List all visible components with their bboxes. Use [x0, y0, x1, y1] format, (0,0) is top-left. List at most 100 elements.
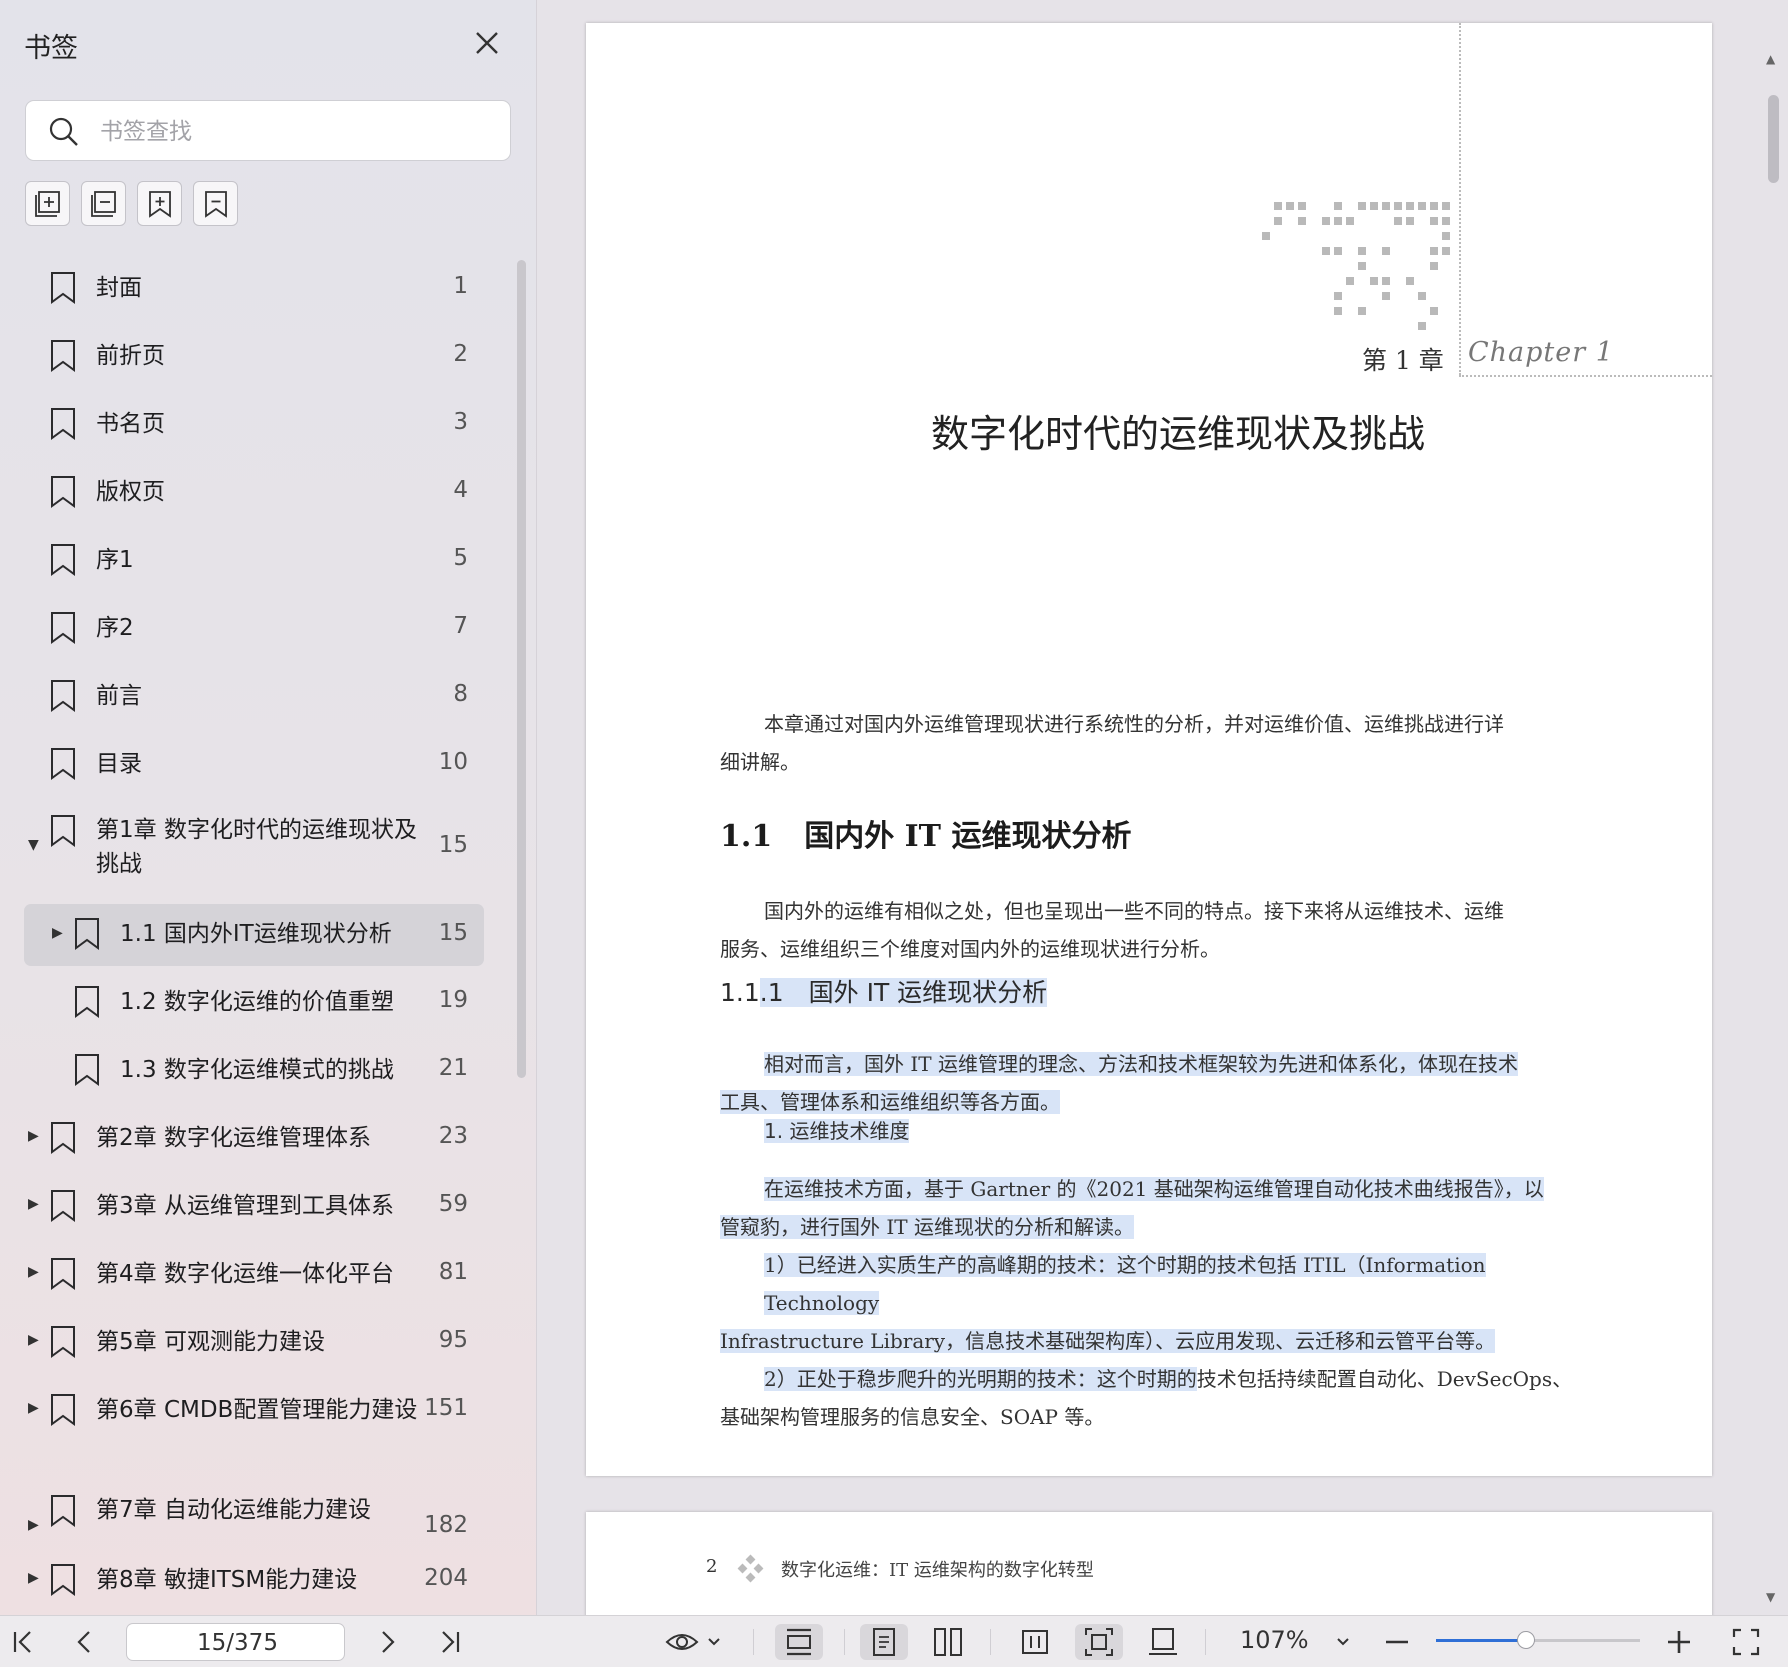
collapse-all-icon: [91, 191, 116, 217]
document-scrollbar[interactable]: [1768, 95, 1779, 183]
bookmark-icon: [75, 986, 99, 1018]
bookmark-item[interactable]: ▶ 第8章 敏捷ITSM能力建设 204: [24, 1550, 484, 1610]
bookmark-icon: [51, 272, 75, 304]
zoom-dropdown[interactable]: [1328, 1624, 1358, 1660]
collapse-arrow-icon[interactable]: ▶: [28, 1128, 39, 1144]
zoom-in-button[interactable]: [1662, 1624, 1696, 1660]
selected-text[interactable]: 管窥豹，进行国外 IT 运维现状的分析和解读。: [720, 1215, 1134, 1239]
selected-text[interactable]: 在运维技术方面，基于 Gartner 的《2021 基础架构运维管理自动化技术曲…: [764, 1177, 1544, 1201]
single-page-button[interactable]: [860, 1624, 908, 1660]
continuous-scroll-button[interactable]: [1139, 1624, 1187, 1660]
collapse-arrow-icon[interactable]: ▶: [28, 1196, 39, 1212]
bookmark-icon: [51, 680, 75, 712]
bookmark-item[interactable]: 封面 1: [24, 258, 484, 318]
scroll-up-arrow-icon[interactable]: ▲: [1766, 52, 1775, 66]
paragraph: 国内外的运维有相似之处，但也呈现出一些不同的特点。接下来将从运维技术、运维 服务…: [720, 892, 1594, 968]
selected-text[interactable]: Infrastructure Library，信息技术基础架构库）、云应用发现、…: [720, 1329, 1496, 1353]
document-page: 第 1 章 Chapter 1 数字化时代的运维现状及挑战 本章通过对国内外运维…: [586, 23, 1712, 1476]
previous-page-button[interactable]: [70, 1624, 100, 1660]
zoom-slider-fill: [1436, 1639, 1526, 1642]
bookmark-page-number: 4: [453, 477, 468, 503]
collapse-arrow-icon[interactable]: ▶: [28, 1400, 39, 1416]
bookmark-item[interactable]: 1.2 数字化运维的价值重塑 19: [24, 972, 484, 1032]
text-line: 2）正处于稳步爬升的光明期的技术：这个时期的技术包括持续配置自动化、DevSec…: [720, 1360, 1594, 1398]
bookmark-page-number: 5: [453, 545, 468, 571]
bookmark-item[interactable]: ▶ 第2章 数字化运维管理体系 23: [24, 1108, 484, 1168]
bookmark-item[interactable]: ▶ 第4章 数字化运维一体化平台 81: [24, 1244, 484, 1304]
bookmark-item[interactable]: 前言 8: [24, 666, 484, 726]
bookmark-item[interactable]: ▶ 第6章 CMDB配置管理能力建设 151: [24, 1380, 484, 1440]
bookmark-item[interactable]: ▼ 第1章 数字化时代的运维现状及挑战 15: [24, 802, 484, 892]
bookmark-label: 序2: [96, 615, 134, 641]
collapse-arrow-icon[interactable]: ▶: [28, 1332, 39, 1348]
selected-text[interactable]: 1）已经进入实质生产的高峰期的技术：这个时期的技术包括 ITIL（Informa…: [764, 1253, 1486, 1315]
section-title: 国内外 IT 运维现状分析: [804, 819, 1132, 854]
first-page-button[interactable]: [8, 1624, 38, 1660]
bookmark-item[interactable]: 序1 5: [24, 530, 484, 590]
bookmark-icon: [51, 1495, 75, 1527]
bottom-toolbar: 107%: [0, 1615, 1788, 1667]
zoom-slider-handle[interactable]: [1516, 1631, 1535, 1649]
selected-text[interactable]: 1. 运维技术维度: [764, 1119, 910, 1143]
expand-all-icon: [35, 191, 60, 217]
text-line: 基础架构管理服务的信息安全、SOAP 等。: [720, 1405, 1105, 1429]
bookmark-item[interactable]: 1.3 数字化运维模式的挑战 21: [24, 1040, 484, 1100]
columns-view-button[interactable]: [1011, 1624, 1059, 1660]
selected-text[interactable]: 工具、管理体系和运维组织等各方面。: [720, 1090, 1060, 1114]
bookmark-item[interactable]: 目录 10: [24, 734, 484, 794]
zoom-slider[interactable]: [1436, 1631, 1640, 1649]
chevron-down-icon: [708, 1638, 720, 1646]
zoom-level[interactable]: 107%: [1240, 1626, 1309, 1654]
collapse-arrow-icon[interactable]: ▶: [28, 1570, 39, 1586]
collapse-all-button[interactable]: [81, 181, 126, 226]
selected-text[interactable]: 2）正处于稳步爬升的光明期的技术：这个时期的: [764, 1367, 1197, 1391]
bookmark-scrollbar[interactable]: [517, 260, 526, 1078]
collapse-arrow-icon[interactable]: ▶: [28, 1264, 39, 1280]
close-icon[interactable]: [470, 26, 504, 60]
bookmark-page-number: 81: [438, 1259, 468, 1285]
bookmark-icon: [51, 815, 75, 847]
document-page-next: 2 数字化运维：IT 运维架构的数字化转型: [586, 1512, 1712, 1622]
page-input[interactable]: [127, 1624, 348, 1662]
bookmark-item[interactable]: 书名页 3: [24, 394, 484, 454]
bookmark-search[interactable]: [25, 100, 511, 161]
fit-width-button[interactable]: [775, 1624, 823, 1660]
bookmark-item[interactable]: 序2 7: [24, 598, 484, 658]
bookmark-icon: [51, 1326, 75, 1358]
bookmark-label: 1.3 数字化运维模式的挑战: [120, 1057, 394, 1083]
bookmark-item[interactable]: ▶ 第3章 从运维管理到工具体系 59: [24, 1176, 484, 1236]
text-line: 相对而言，国外 IT 运维管理的理念、方法和技术框架较为先进和体系化，体现在技术: [720, 1045, 1594, 1083]
fit-page-icon: [1085, 1628, 1113, 1656]
bookmark-item[interactable]: ▶ 1.1 国内外IT运维现状分析 15: [24, 904, 484, 966]
collapse-arrow-icon[interactable]: ▶: [52, 925, 63, 941]
two-page-button[interactable]: [924, 1624, 972, 1660]
expand-arrow-icon[interactable]: ▼: [28, 837, 39, 853]
last-page-button[interactable]: [435, 1624, 465, 1660]
bookmark-item[interactable]: ▶ 第5章 可观测能力建设 95: [24, 1312, 484, 1372]
bookmark-item[interactable]: 版权页 4: [24, 462, 484, 522]
bookmark-label: 目录: [96, 751, 142, 777]
page-number-field[interactable]: [126, 1623, 348, 1662]
text-line: 在运维技术方面，基于 Gartner 的《2021 基础架构运维管理自动化技术曲…: [720, 1170, 1594, 1208]
bookmark-item[interactable]: 前折页 2: [24, 326, 484, 386]
expand-all-button[interactable]: [25, 181, 70, 226]
chapter-divider-horizontal: [1459, 375, 1712, 377]
search-input[interactable]: [98, 111, 492, 153]
bookmark-icon: [51, 1564, 75, 1596]
remove-bookmark-button[interactable]: [193, 181, 238, 226]
next-page-button[interactable]: [372, 1624, 402, 1660]
bookmark-page-number: 7: [453, 613, 468, 639]
chapter-title: 数字化时代的运维现状及挑战: [931, 412, 1426, 456]
fullscreen-button[interactable]: [1728, 1624, 1764, 1660]
fit-page-button[interactable]: [1075, 1624, 1123, 1660]
selected-text[interactable]: 相对而言，国外 IT 运维管理的理念、方法和技术框架较为先进和体系化，体现在技术: [764, 1052, 1518, 1076]
zoom-out-button[interactable]: [1380, 1624, 1414, 1660]
collapse-arrow-icon[interactable]: ▶: [28, 1517, 39, 1533]
remove-bookmark-icon: [205, 191, 227, 218]
scroll-down-arrow-icon[interactable]: ▼: [1766, 1590, 1775, 1604]
add-bookmark-button[interactable]: [137, 181, 182, 226]
selected-text[interactable]: .1 国外 IT 运维现状分析: [759, 978, 1048, 1007]
view-mode-button[interactable]: [664, 1624, 728, 1660]
subsection-heading: 1.1.1 国外 IT 运维现状分析: [720, 973, 1048, 1009]
chevron-left-icon: [77, 1631, 90, 1653]
